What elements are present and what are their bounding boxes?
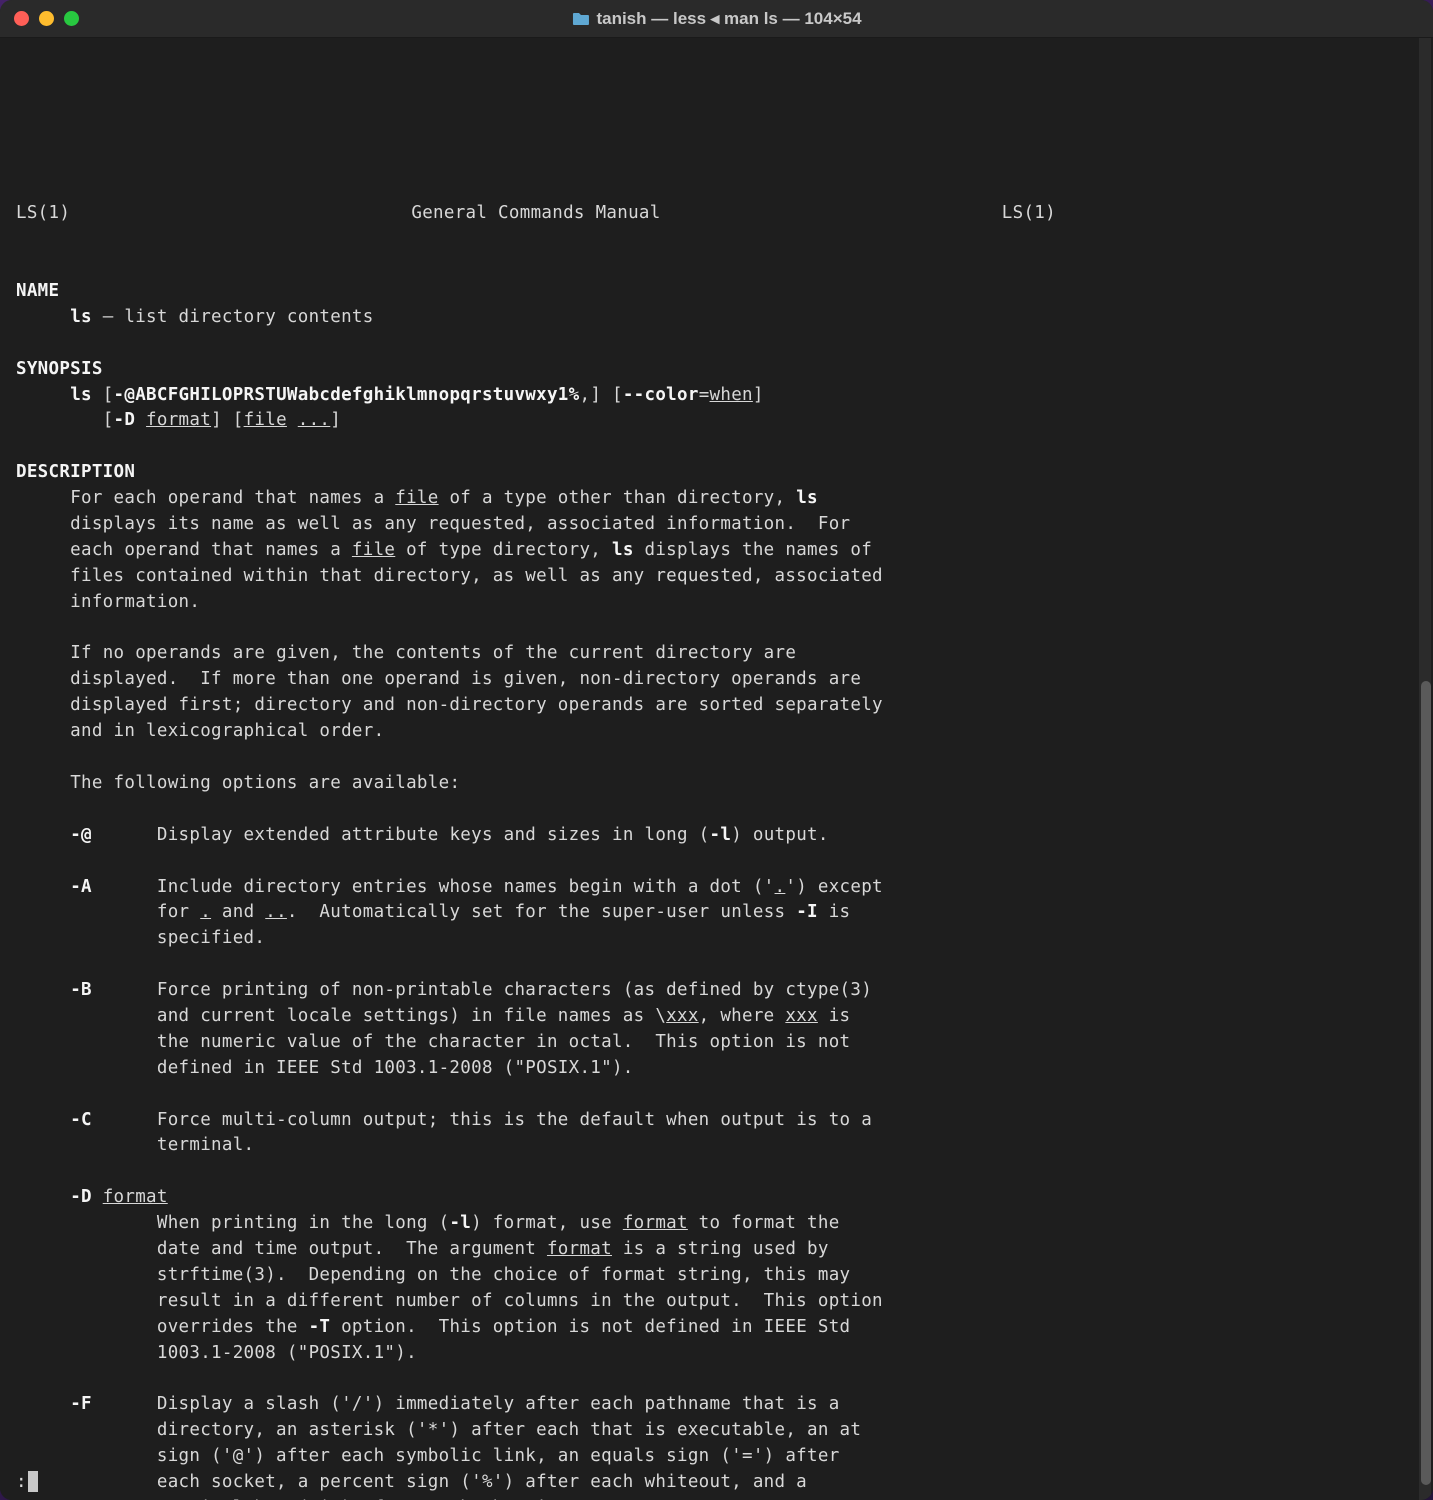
close-icon[interactable]: [14, 11, 29, 26]
header-right: LS(1): [1002, 201, 1056, 227]
opt-B-flag: -B: [70, 980, 92, 1000]
opt-at-flag: -@: [70, 825, 92, 845]
synopsis-cmd: ls: [70, 385, 92, 405]
section-synopsis-heading: SYNOPSIS: [16, 359, 103, 379]
scrollbar-thumb[interactable]: [1421, 681, 1431, 1485]
terminal-content[interactable]: LS(1) General Commands Manual LS(1) NAME l…: [0, 38, 1433, 1500]
cmd-desc: list directory contents: [124, 307, 373, 327]
titlebar[interactable]: tanish — less ◂ man ls — 104×54: [0, 0, 1433, 38]
section-name-heading: NAME: [16, 281, 59, 301]
man-header: LS(1) General Commands Manual LS(1): [16, 201, 1056, 227]
cursor-icon: [28, 1471, 38, 1492]
desc-p3: The following options are available:: [70, 773, 460, 793]
section-description-heading: DESCRIPTION: [16, 462, 135, 482]
opt-D-flag: -D: [70, 1187, 92, 1207]
opt-C-flag: -C: [70, 1110, 92, 1130]
header-center: General Commands Manual: [411, 201, 660, 227]
terminal-window: tanish — less ◂ man ls — 104×54 LS(1) Gen…: [0, 0, 1433, 1500]
desc-p2: If no operands are given, the contents o…: [16, 643, 883, 741]
minimize-icon[interactable]: [39, 11, 54, 26]
cmd-name: ls: [70, 307, 92, 327]
header-left: LS(1): [16, 201, 70, 227]
man-page-content: LS(1) General Commands Manual LS(1) NAME l…: [16, 175, 1417, 1500]
traffic-lights: [14, 11, 79, 26]
window-title-text: tanish — less ◂ man ls — 104×54: [596, 9, 861, 29]
folder-icon: [571, 12, 589, 26]
less-prompt[interactable]: :: [16, 1470, 38, 1496]
opt-F-flag: -F: [70, 1394, 92, 1414]
opt-A-flag: -A: [70, 877, 92, 897]
maximize-icon[interactable]: [64, 11, 79, 26]
window-title: tanish — less ◂ man ls — 104×54: [571, 9, 861, 29]
